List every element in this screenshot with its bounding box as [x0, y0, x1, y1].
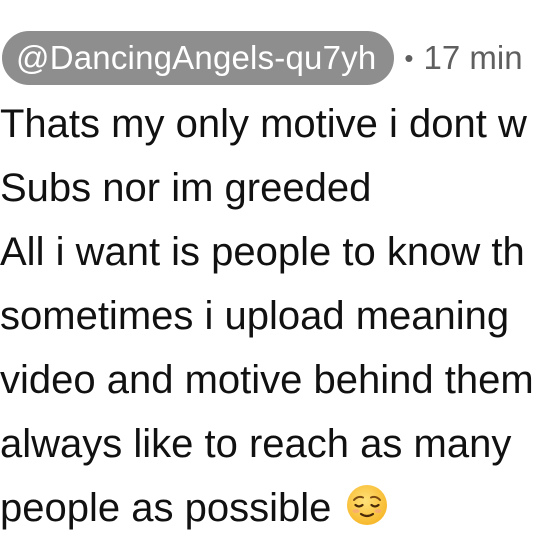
separator-dot: •: [404, 42, 414, 73]
comment-line-6: always like to reach as many: [0, 422, 512, 466]
relieved-face-emoji-icon: [347, 485, 388, 525]
comment-body: Thats my only motive i dont w Subs nor i…: [0, 92, 560, 540]
comment-line-3: All i want is people to know th: [0, 230, 525, 274]
comment-line-7: people as possible: [0, 476, 560, 540]
comment-meta: • 17 min: [404, 39, 522, 77]
comment: @DancingAngels-qu7yh • 17 min Thats my o…: [0, 0, 560, 560]
comment-line-7-text: people as possible: [0, 486, 332, 530]
comment-line-2: Subs nor im greeded: [0, 166, 372, 210]
comment-line-4: sometimes i upload meaning: [0, 294, 510, 338]
comment-header: @DancingAngels-qu7yh • 17 min: [0, 30, 523, 86]
author-handle-chip[interactable]: @DancingAngels-qu7yh: [2, 31, 395, 85]
comment-line-1: Thats my only motive i dont w: [0, 102, 527, 146]
comment-line-5: video and motive behind them: [0, 358, 534, 402]
timestamp: 17 min: [423, 39, 523, 76]
